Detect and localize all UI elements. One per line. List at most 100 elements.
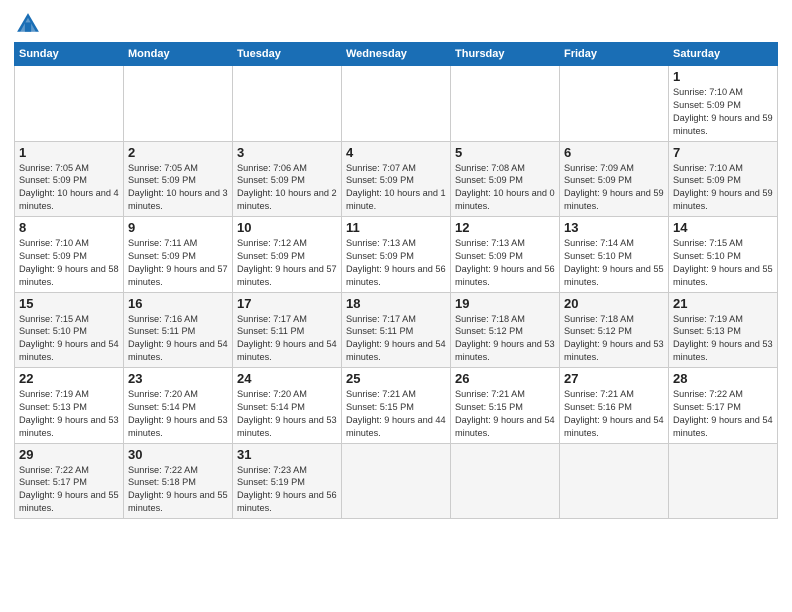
day-number: 2 bbox=[128, 145, 228, 160]
day-detail: Sunrise: 7:18 AMSunset: 5:12 PMDaylight:… bbox=[564, 313, 664, 365]
day-cell: 5 Sunrise: 7:08 AMSunset: 5:09 PMDaylight… bbox=[451, 141, 560, 217]
day-number: 23 bbox=[128, 371, 228, 386]
day-cell: 9Sunrise: 7:11 AMSunset: 5:09 PMDaylight… bbox=[124, 217, 233, 293]
day-detail: Sunrise: 7:11 AMSunset: 5:09 PMDaylight:… bbox=[128, 237, 228, 289]
day-cell bbox=[233, 66, 342, 142]
day-detail: Sunrise: 7:10 AMSunset: 5:09 PMDaylight:… bbox=[673, 86, 773, 138]
day-detail: Sunrise: 7:20 AMSunset: 5:14 PMDaylight:… bbox=[237, 388, 337, 440]
day-number: 4 bbox=[346, 145, 446, 160]
day-cell: 12 Sunrise: 7:13 AMSunset: 5:09 PMDayligh… bbox=[451, 217, 560, 293]
day-cell: 30 Sunrise: 7:22 AMSunset: 5:18 PMDayligh… bbox=[124, 443, 233, 519]
day-detail: Sunrise: 7:19 AMSunset: 5:13 PMDaylight:… bbox=[673, 313, 773, 365]
day-cell bbox=[560, 66, 669, 142]
day-cell: 14 Sunrise: 7:15 AMSunset: 5:10 PMDayligh… bbox=[669, 217, 778, 293]
day-number: 1 bbox=[19, 145, 119, 160]
day-cell bbox=[451, 66, 560, 142]
day-number: 17 bbox=[237, 296, 337, 311]
day-cell: 22 Sunrise: 7:19 AMSunset: 5:13 PMDayligh… bbox=[15, 368, 124, 444]
day-cell: 2Sunrise: 7:05 AMSunset: 5:09 PMDaylight… bbox=[124, 141, 233, 217]
day-cell bbox=[15, 66, 124, 142]
week-row-1: 1 Sunrise: 7:05 AMSunset: 5:09 PMDaylight… bbox=[15, 141, 778, 217]
day-cell: 19 Sunrise: 7:18 AMSunset: 5:12 PMDayligh… bbox=[451, 292, 560, 368]
calendar-table: SundayMondayTuesdayWednesdayThursdayFrid… bbox=[14, 42, 778, 519]
day-detail: Sunrise: 7:20 AMSunset: 5:14 PMDaylight:… bbox=[128, 388, 228, 440]
day-cell bbox=[342, 66, 451, 142]
day-detail: Sunrise: 7:12 AMSunset: 5:09 PMDaylight:… bbox=[237, 237, 337, 289]
day-detail: Sunrise: 7:09 AMSunset: 5:09 PMDaylight:… bbox=[564, 162, 664, 214]
day-number: 6 bbox=[564, 145, 664, 160]
day-number: 15 bbox=[19, 296, 119, 311]
col-header-wednesday: Wednesday bbox=[342, 43, 451, 66]
day-number: 20 bbox=[564, 296, 664, 311]
day-number: 27 bbox=[564, 371, 664, 386]
day-number: 3 bbox=[237, 145, 337, 160]
day-cell: 31Sunrise: 7:23 AMSunset: 5:19 PMDayligh… bbox=[233, 443, 342, 519]
day-cell: 3Sunrise: 7:06 AMSunset: 5:09 PMDaylight… bbox=[233, 141, 342, 217]
day-number: 14 bbox=[673, 220, 773, 235]
day-number: 22 bbox=[19, 371, 119, 386]
day-number: 21 bbox=[673, 296, 773, 311]
day-cell: 15 Sunrise: 7:15 AMSunset: 5:10 PMDayligh… bbox=[15, 292, 124, 368]
day-cell bbox=[342, 443, 451, 519]
day-cell: 24 Sunrise: 7:20 AMSunset: 5:14 PMDayligh… bbox=[233, 368, 342, 444]
col-header-sunday: Sunday bbox=[15, 43, 124, 66]
day-cell: 25Sunrise: 7:21 AMSunset: 5:15 PMDayligh… bbox=[342, 368, 451, 444]
logo bbox=[14, 10, 46, 38]
day-number: 13 bbox=[564, 220, 664, 235]
day-detail: Sunrise: 7:16 AMSunset: 5:11 PMDaylight:… bbox=[128, 313, 228, 365]
day-detail: Sunrise: 7:21 AMSunset: 5:15 PMDaylight:… bbox=[455, 388, 555, 440]
day-detail: Sunrise: 7:15 AMSunset: 5:10 PMDaylight:… bbox=[19, 313, 119, 365]
day-detail: Sunrise: 7:19 AMSunset: 5:13 PMDaylight:… bbox=[19, 388, 119, 440]
day-number: 31 bbox=[237, 447, 337, 462]
col-header-monday: Monday bbox=[124, 43, 233, 66]
calendar-container: SundayMondayTuesdayWednesdayThursdayFrid… bbox=[0, 0, 792, 527]
day-number: 26 bbox=[455, 371, 555, 386]
day-number: 10 bbox=[237, 220, 337, 235]
day-cell bbox=[560, 443, 669, 519]
day-number: 5 bbox=[455, 145, 555, 160]
day-detail: Sunrise: 7:15 AMSunset: 5:10 PMDaylight:… bbox=[673, 237, 773, 289]
day-number: 28 bbox=[673, 371, 773, 386]
day-cell: 6 Sunrise: 7:09 AMSunset: 5:09 PMDaylight… bbox=[560, 141, 669, 217]
day-cell: 17Sunrise: 7:17 AMSunset: 5:11 PMDayligh… bbox=[233, 292, 342, 368]
day-detail: Sunrise: 7:07 AMSunset: 5:09 PMDaylight:… bbox=[346, 162, 446, 214]
day-detail: Sunrise: 7:18 AMSunset: 5:12 PMDaylight:… bbox=[455, 313, 555, 365]
day-cell: 28 Sunrise: 7:22 AMSunset: 5:17 PMDayligh… bbox=[669, 368, 778, 444]
day-cell: 13Sunrise: 7:14 AMSunset: 5:10 PMDayligh… bbox=[560, 217, 669, 293]
week-row-0: 1 Sunrise: 7:10 AMSunset: 5:09 PMDaylight… bbox=[15, 66, 778, 142]
day-detail: Sunrise: 7:05 AMSunset: 5:09 PMDaylight:… bbox=[19, 162, 119, 214]
day-detail: Sunrise: 7:21 AMSunset: 5:16 PMDaylight:… bbox=[564, 388, 664, 440]
day-detail: Sunrise: 7:08 AMSunset: 5:09 PMDaylight:… bbox=[455, 162, 555, 214]
day-detail: Sunrise: 7:10 AMSunset: 5:09 PMDaylight:… bbox=[19, 237, 119, 289]
day-cell: 27 Sunrise: 7:21 AMSunset: 5:16 PMDayligh… bbox=[560, 368, 669, 444]
week-row-4: 22 Sunrise: 7:19 AMSunset: 5:13 PMDayligh… bbox=[15, 368, 778, 444]
col-header-saturday: Saturday bbox=[669, 43, 778, 66]
week-row-3: 15 Sunrise: 7:15 AMSunset: 5:10 PMDayligh… bbox=[15, 292, 778, 368]
day-cell: 4 Sunrise: 7:07 AMSunset: 5:09 PMDaylight… bbox=[342, 141, 451, 217]
day-cell: 1 Sunrise: 7:10 AMSunset: 5:09 PMDaylight… bbox=[669, 66, 778, 142]
day-detail: Sunrise: 7:22 AMSunset: 5:18 PMDaylight:… bbox=[128, 464, 228, 516]
day-cell: 29Sunrise: 7:22 AMSunset: 5:17 PMDayligh… bbox=[15, 443, 124, 519]
day-detail: Sunrise: 7:17 AMSunset: 5:11 PMDaylight:… bbox=[346, 313, 446, 365]
day-number: 24 bbox=[237, 371, 337, 386]
day-number: 1 bbox=[673, 69, 773, 84]
day-cell: 26 Sunrise: 7:21 AMSunset: 5:15 PMDayligh… bbox=[451, 368, 560, 444]
day-detail: Sunrise: 7:22 AMSunset: 5:17 PMDaylight:… bbox=[673, 388, 773, 440]
day-cell: 16Sunrise: 7:16 AMSunset: 5:11 PMDayligh… bbox=[124, 292, 233, 368]
day-detail: Sunrise: 7:21 AMSunset: 5:15 PMDaylight:… bbox=[346, 388, 446, 440]
day-cell: 11 Sunrise: 7:13 AMSunset: 5:09 PMDayligh… bbox=[342, 217, 451, 293]
day-cell bbox=[124, 66, 233, 142]
day-number: 12 bbox=[455, 220, 555, 235]
day-detail: Sunrise: 7:13 AMSunset: 5:09 PMDaylight:… bbox=[455, 237, 555, 289]
day-number: 30 bbox=[128, 447, 228, 462]
day-detail: Sunrise: 7:22 AMSunset: 5:17 PMDaylight:… bbox=[19, 464, 119, 516]
day-cell: 23 Sunrise: 7:20 AMSunset: 5:14 PMDayligh… bbox=[124, 368, 233, 444]
col-header-thursday: Thursday bbox=[451, 43, 560, 66]
day-number: 8 bbox=[19, 220, 119, 235]
col-header-friday: Friday bbox=[560, 43, 669, 66]
day-cell bbox=[451, 443, 560, 519]
day-number: 19 bbox=[455, 296, 555, 311]
day-cell: 20 Sunrise: 7:18 AMSunset: 5:12 PMDayligh… bbox=[560, 292, 669, 368]
day-detail: Sunrise: 7:13 AMSunset: 5:09 PMDaylight:… bbox=[346, 237, 446, 289]
day-number: 11 bbox=[346, 220, 446, 235]
